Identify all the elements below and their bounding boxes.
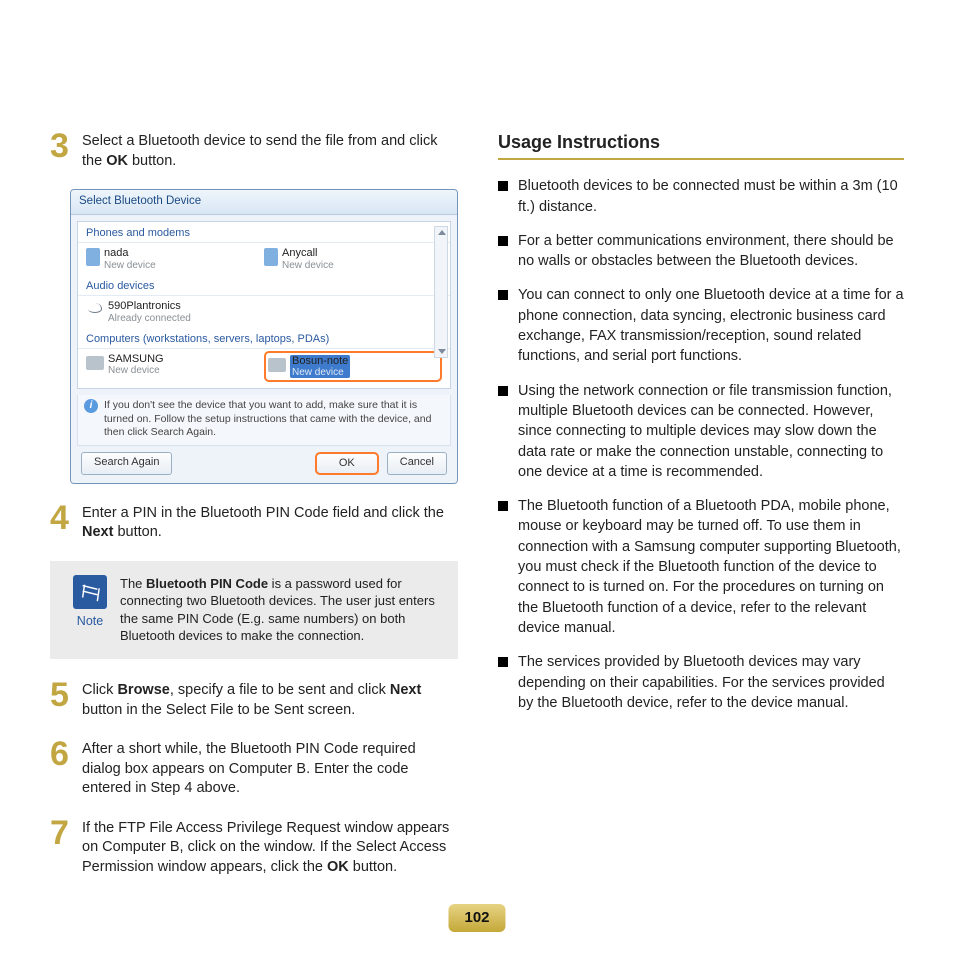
list-text: The services provided by Bluetooth devic… [518,652,904,713]
device-item[interactable]: SAMSUNGNew device [86,351,264,382]
note-label: Note [60,613,120,630]
list-item: The services provided by Bluetooth devic… [498,652,904,713]
list-text: Bluetooth devices to be connected must b… [518,176,904,217]
phone-icon [86,248,100,266]
cancel-button[interactable]: Cancel [387,452,447,475]
usage-list: Bluetooth devices to be connected must b… [498,176,904,713]
step-7: 7 If the FTP File Access Privilege Reque… [50,817,458,878]
step-text: Click [82,682,117,698]
step-text: After a short while, the Bluetooth PIN C… [82,738,458,799]
bullet-icon [498,501,508,511]
step-bold: OK [327,859,349,875]
step-number: 6 [50,738,72,770]
category-computers: Computers (workstations, servers, laptop… [78,328,450,350]
usage-instructions-title: Usage Instructions [498,130,904,160]
category-phones: Phones and modems [78,222,450,244]
step-number: 4 [50,502,72,534]
bullet-icon [498,290,508,300]
step-3: 3 Select a Bluetooth device to send the … [50,130,458,171]
step-text: Enter a PIN in the Bluetooth PIN Code fi… [82,505,444,521]
device-item-selected[interactable]: Bosun-noteNew device [264,351,442,382]
device-item[interactable]: 590PlantronicsAlready connected [86,298,264,325]
step-text: button. [128,153,176,169]
dialog-info-text: If you don't see the device that you wan… [104,399,444,438]
note-bold: Bluetooth PIN Code [146,576,268,591]
list-item: Bluetooth devices to be connected must b… [498,176,904,217]
step-bold: Next [82,524,113,540]
step-number: 3 [50,130,72,162]
step-6: 6 After a short while, the Bluetooth PIN… [50,738,458,799]
list-text: The Bluetooth function of a Bluetooth PD… [518,496,904,638]
category-audio: Audio devices [78,275,450,297]
scrollbar[interactable] [434,226,448,359]
bullet-icon [498,181,508,191]
list-text: For a better communications environment,… [518,231,904,272]
info-icon: i [84,399,98,413]
select-bluetooth-dialog: Select Bluetooth Device Phones and modem… [70,189,458,484]
note-icon [73,575,107,609]
list-item: For a better communications environment,… [498,231,904,272]
list-item: The Bluetooth function of a Bluetooth PD… [498,496,904,638]
step-text: button. [349,859,397,875]
dialog-title: Select Bluetooth Device [71,190,457,215]
device-item[interactable]: nadaNew device [86,245,264,272]
bullet-icon [498,236,508,246]
step-4: 4 Enter a PIN in the Bluetooth PIN Code … [50,502,458,543]
list-text: Using the network connection or file tra… [518,381,904,482]
note-text: The [120,576,146,591]
dialog-info: i If you don't see the device that you w… [77,395,451,445]
step-text: button in the Select File to be Sent scr… [82,702,355,718]
list-item: Using the network connection or file tra… [498,381,904,482]
step-5: 5 Click Browse, specify a file to be sen… [50,679,458,720]
bullet-icon [498,386,508,396]
device-item[interactable]: AnycallNew device [264,245,442,272]
phone-icon [264,248,278,266]
step-text: , specify a file to be sent and click [170,682,390,698]
headset-icon [86,301,104,315]
note-box: Note The Bluetooth PIN Code is a passwor… [50,561,458,659]
computer-icon [86,356,104,370]
list-text: You can connect to only one Bluetooth de… [518,285,904,366]
step-bold: OK [106,153,128,169]
ok-button[interactable]: OK [315,452,379,475]
list-item: You can connect to only one Bluetooth de… [498,285,904,366]
page-number: 102 [448,904,505,932]
step-number: 5 [50,679,72,711]
step-bold: Next [390,682,421,698]
bullet-icon [498,657,508,667]
search-again-button[interactable]: Search Again [81,452,172,475]
step-text: button. [113,524,161,540]
computer-icon [268,358,286,372]
step-bold: Browse [117,682,169,698]
step-number: 7 [50,817,72,849]
